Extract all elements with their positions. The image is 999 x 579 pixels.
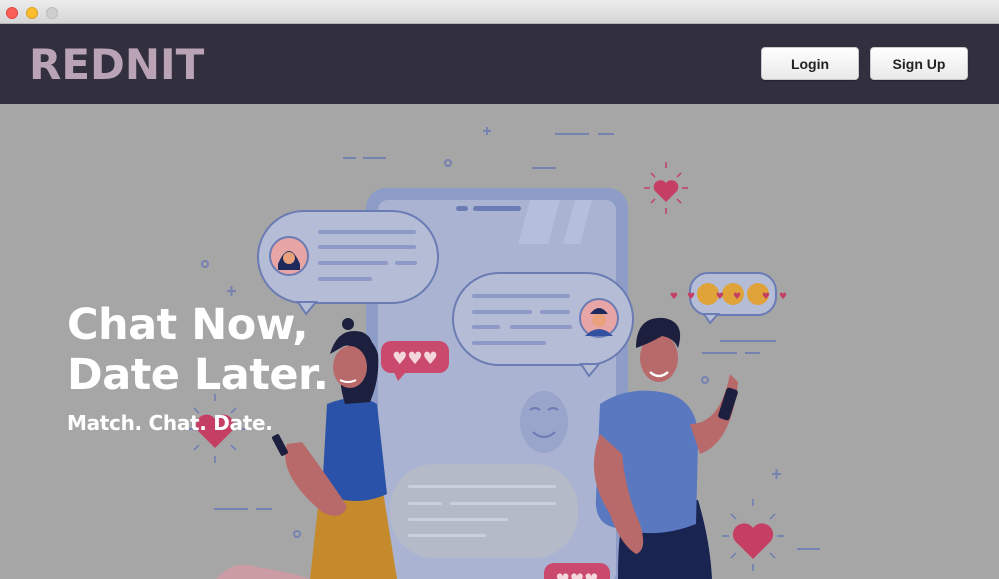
heart-icon-top-right bbox=[644, 162, 688, 214]
brand-logo[interactable]: REDNIT bbox=[29, 39, 204, 91]
hero-section: ♥♥♥ ♥♥ ♥♥ ♥♥ Chat Now, Date Later. Match… bbox=[0, 104, 999, 579]
zoom-window-button[interactable] bbox=[46, 7, 58, 19]
minimize-window-button[interactable] bbox=[26, 7, 38, 19]
svg-text:♥♥♥: ♥♥♥ bbox=[555, 570, 598, 579]
headline-line-2: Date Later. bbox=[67, 350, 329, 400]
emoji-bubble: ♥♥ ♥♥ ♥♥ bbox=[670, 272, 796, 325]
chat-bubble-bottom bbox=[390, 464, 578, 558]
hearts-bubble-bottom: ♥♥♥ bbox=[544, 563, 610, 579]
smiley-face bbox=[520, 391, 568, 453]
close-window-button[interactable] bbox=[6, 7, 18, 19]
chat-bubble-right bbox=[452, 272, 634, 378]
heart-icon-bottom-right bbox=[722, 499, 784, 571]
window-titlebar bbox=[0, 0, 999, 24]
hero-tagline: Match. Chat. Date. bbox=[67, 411, 273, 435]
login-button[interactable]: Login bbox=[761, 47, 859, 80]
signup-button[interactable]: Sign Up bbox=[870, 47, 968, 80]
navbar: REDNIT Login Sign Up bbox=[0, 24, 999, 104]
svg-text:♥♥♥: ♥♥♥ bbox=[392, 349, 438, 369]
headline-line-1: Chat Now, bbox=[67, 300, 309, 350]
svg-text:♥♥ ♥♥ ♥♥: ♥♥ ♥♥ ♥♥ bbox=[670, 292, 796, 302]
hero-headline: Chat Now, Date Later. bbox=[67, 300, 329, 400]
chat-bubble-left bbox=[257, 210, 439, 316]
